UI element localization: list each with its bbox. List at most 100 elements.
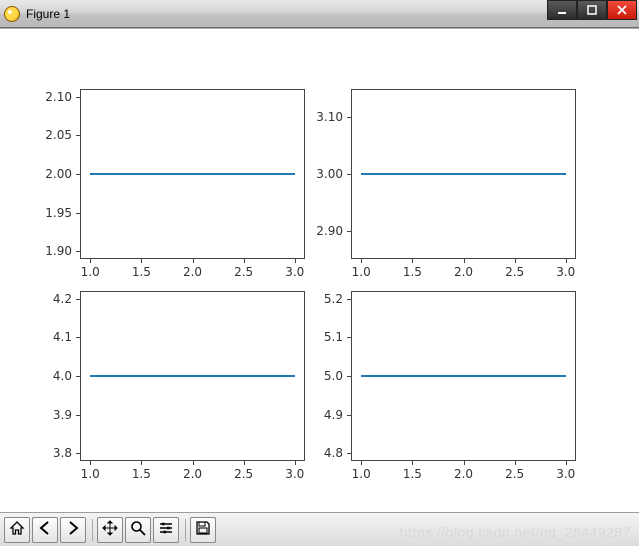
ytick-label: 2.05	[32, 128, 72, 142]
ytick-mark	[76, 376, 80, 377]
ytick-label: 4.9	[303, 408, 343, 422]
window-title: Figure 1	[26, 7, 70, 21]
home-icon	[9, 520, 25, 539]
toolbar-separator	[185, 519, 186, 541]
ytick-mark	[76, 97, 80, 98]
xtick-mark	[412, 461, 413, 465]
xtick-label: 2.5	[234, 467, 253, 481]
xtick-label: 1.0	[352, 467, 371, 481]
maximize-button[interactable]	[577, 0, 607, 20]
subplot-1[interactable]: 1.901.952.002.052.101.01.52.02.53.0	[80, 89, 305, 259]
ytick-label: 4.8	[303, 446, 343, 460]
xtick-label: 3.0	[556, 467, 575, 481]
xtick-mark	[515, 461, 516, 465]
xtick-label: 1.0	[81, 467, 100, 481]
xtick-mark	[464, 461, 465, 465]
ytick-mark	[347, 337, 351, 338]
ytick-mark	[76, 299, 80, 300]
forward-button[interactable]	[60, 517, 86, 543]
ytick-mark	[76, 213, 80, 214]
ytick-mark	[347, 231, 351, 232]
arrow-left-icon	[37, 520, 53, 539]
ytick-label: 4.1	[32, 330, 72, 344]
ytick-mark	[76, 415, 80, 416]
xtick-mark	[141, 461, 142, 465]
ytick-label: 2.90	[303, 224, 343, 238]
ytick-label: 4.2	[32, 292, 72, 306]
window-titlebar: Figure 1	[0, 0, 639, 28]
ytick-label: 2.00	[32, 167, 72, 181]
zoom-icon	[130, 520, 146, 539]
xtick-mark	[464, 259, 465, 263]
xtick-label: 1.5	[403, 265, 422, 279]
data-line	[361, 173, 566, 175]
xtick-label: 3.0	[285, 467, 304, 481]
ytick-mark	[347, 117, 351, 118]
subplot-2[interactable]: 2.903.003.101.01.52.02.53.0	[351, 89, 576, 259]
xtick-mark	[193, 461, 194, 465]
pan-button[interactable]	[97, 517, 123, 543]
save-icon	[195, 520, 211, 539]
back-button[interactable]	[32, 517, 58, 543]
xtick-label: 2.5	[505, 265, 524, 279]
xtick-mark	[90, 461, 91, 465]
zoom-button[interactable]	[125, 517, 151, 543]
xtick-label: 2.0	[183, 265, 202, 279]
close-button[interactable]	[607, 0, 637, 20]
xtick-mark	[361, 461, 362, 465]
xtick-mark	[193, 259, 194, 263]
xtick-mark	[244, 259, 245, 263]
ytick-mark	[76, 135, 80, 136]
xtick-label: 2.0	[454, 265, 473, 279]
toolbar-separator	[92, 519, 93, 541]
ytick-label: 3.00	[303, 167, 343, 181]
ytick-mark	[76, 453, 80, 454]
watermark-text: https://blog.csdn.net/qq_26449287	[400, 524, 631, 540]
configure-button[interactable]	[153, 517, 179, 543]
xtick-label: 1.5	[403, 467, 422, 481]
ytick-mark	[347, 174, 351, 175]
ytick-mark	[347, 376, 351, 377]
arrow-right-icon	[65, 520, 81, 539]
xtick-mark	[566, 461, 567, 465]
ytick-label: 3.8	[32, 446, 72, 460]
data-line	[361, 375, 566, 377]
xtick-label: 2.0	[183, 467, 202, 481]
save-button[interactable]	[190, 517, 216, 543]
xtick-label: 2.0	[454, 467, 473, 481]
xtick-mark	[515, 259, 516, 263]
ytick-label: 5.0	[303, 369, 343, 383]
xtick-label: 1.5	[132, 265, 151, 279]
figure-canvas: 1.901.952.002.052.101.01.52.02.53.02.903…	[0, 28, 639, 512]
xtick-mark	[295, 461, 296, 465]
data-line	[90, 375, 295, 377]
ytick-label: 2.10	[32, 90, 72, 104]
xtick-mark	[90, 259, 91, 263]
ytick-label: 3.9	[32, 408, 72, 422]
ytick-mark	[347, 453, 351, 454]
ytick-mark	[347, 299, 351, 300]
xtick-mark	[141, 259, 142, 263]
nav-toolbar: https://blog.csdn.net/qq_26449287	[0, 512, 639, 546]
move-icon	[102, 520, 118, 539]
xtick-label: 1.0	[352, 265, 371, 279]
ytick-label: 1.90	[32, 244, 72, 258]
ytick-label: 5.1	[303, 330, 343, 344]
subplot-4[interactable]: 4.84.95.05.15.21.01.52.02.53.0	[351, 291, 576, 461]
home-button[interactable]	[4, 517, 30, 543]
xtick-label: 3.0	[285, 265, 304, 279]
ytick-label: 5.2	[303, 292, 343, 306]
ytick-mark	[76, 337, 80, 338]
minimize-button[interactable]	[547, 0, 577, 20]
ytick-mark	[76, 251, 80, 252]
xtick-label: 1.5	[132, 467, 151, 481]
xtick-label: 2.5	[505, 467, 524, 481]
data-line	[90, 173, 295, 175]
app-icon	[4, 6, 20, 22]
window-controls	[547, 0, 637, 20]
subplot-3[interactable]: 3.83.94.04.14.21.01.52.02.53.0	[80, 291, 305, 461]
xtick-mark	[295, 259, 296, 263]
ytick-label: 3.10	[303, 110, 343, 124]
sliders-icon	[158, 520, 174, 539]
ytick-mark	[347, 415, 351, 416]
